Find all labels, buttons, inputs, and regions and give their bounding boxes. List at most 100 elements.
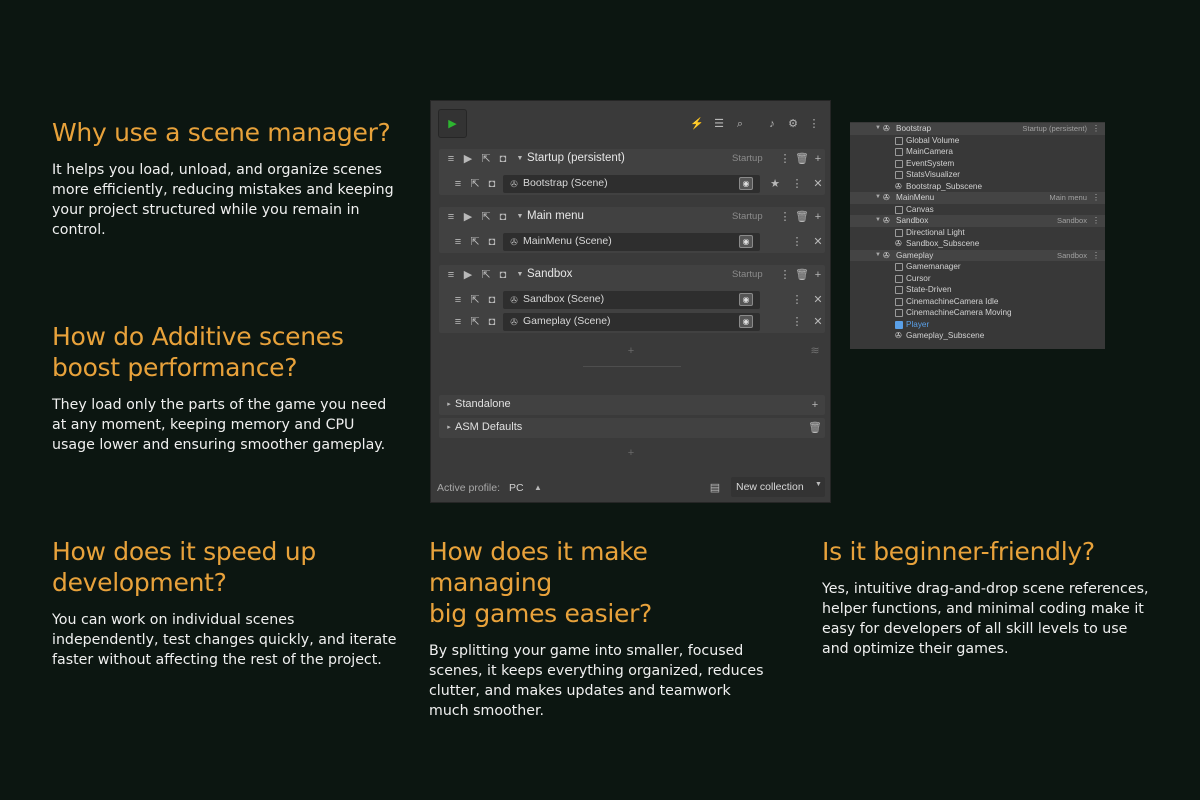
hierarchy-object-row[interactable]: Player [850, 319, 1105, 331]
scene-field[interactable]: ✇ Bootstrap (Scene) ◉ [503, 175, 760, 193]
scene-field[interactable]: ✇ Gameplay (Scene) ◉ [503, 313, 760, 331]
drag-handle-icon[interactable]: ≡ [451, 315, 465, 329]
collection-tag[interactable]: Startup [732, 153, 763, 164]
standalone-row[interactable]: ▸ Standalone + [439, 395, 825, 415]
play-collection-icon[interactable]: ▶ [461, 268, 475, 282]
scene-row[interactable]: ≡ ⇱ ◘ ✇ Bootstrap (Scene) ◉ ★ ⋮ ✕ [439, 173, 825, 195]
more-icon[interactable]: ⋮ [1092, 123, 1100, 135]
add-icon[interactable]: + [811, 210, 825, 224]
add-collection-icon[interactable]: + [624, 344, 638, 358]
hierarchy-object-row[interactable]: ✇ Bootstrap_Subscene [850, 181, 1105, 193]
preload-icon[interactable]: ◘ [485, 235, 499, 249]
hierarchy-scene-row[interactable]: ▼ ✇ Sandbox Sandbox ⋮ [850, 215, 1105, 227]
more-icon[interactable]: ⋮ [1092, 192, 1100, 204]
new-collection-button[interactable]: New collection ▼ [731, 477, 825, 497]
more-icon[interactable]: ⋮ [778, 268, 792, 282]
hierarchy-object-row[interactable]: Cursor [850, 273, 1105, 285]
play-button[interactable]: ▶ [438, 109, 467, 138]
more-icon[interactable]: ⋮ [1092, 250, 1100, 262]
list-icon[interactable]: ☰ [712, 117, 726, 131]
hierarchy-object-row[interactable]: Directional Light [850, 227, 1105, 239]
toggle-icon[interactable]: ◉ [739, 293, 753, 306]
hierarchy-object-row[interactable]: Gamemanager [850, 261, 1105, 273]
toggle-icon[interactable]: ◉ [739, 235, 753, 248]
add-icon[interactable]: + [811, 268, 825, 282]
close-icon[interactable]: ✕ [811, 235, 825, 249]
more-icon[interactable]: ⋮ [790, 293, 804, 307]
more-icon[interactable]: ⋮ [778, 210, 792, 224]
hierarchy-object-row[interactable]: State-Driven [850, 284, 1105, 296]
collection-header[interactable]: ≡ ▶ ⇱ ◘ ▼ Startup (persistent) Startup ⋮… [439, 149, 825, 169]
preload-icon[interactable]: ◘ [496, 268, 510, 282]
scene-row[interactable]: ≡ ⇱ ◘ ✇ Sandbox (Scene) ◉ ⋮ ✕ [439, 289, 825, 311]
add-icon[interactable]: + [624, 446, 638, 460]
open-external-icon[interactable]: ⇱ [468, 177, 482, 191]
scene-field[interactable]: ✇ Sandbox (Scene) ◉ [503, 291, 760, 309]
drag-handle-icon[interactable]: ≡ [444, 210, 458, 224]
trash-icon[interactable]: 🗑 [808, 421, 822, 435]
more-icon[interactable]: ⋮ [778, 152, 792, 166]
close-icon[interactable]: ✕ [811, 315, 825, 329]
scene-row[interactable]: ≡ ⇱ ◘ ✇ Gameplay (Scene) ◉ ⋮ ✕ [439, 311, 825, 333]
hierarchy-scene-row[interactable]: ▼ ✇ Bootstrap Startup (persistent) ⋮ [850, 123, 1105, 135]
hierarchy-object-row[interactable]: ✇ Sandbox_Subscene [850, 238, 1105, 250]
open-external-icon[interactable]: ⇱ [479, 152, 493, 166]
chevron-down-icon[interactable]: ▼ [513, 210, 527, 224]
toggle-icon[interactable]: ◉ [739, 315, 753, 328]
hierarchy-object-row[interactable]: EventSystem [850, 158, 1105, 170]
asm-defaults-row[interactable]: ▸ ASM Defaults 🗑 [439, 418, 825, 438]
hierarchy-object-row[interactable]: CinemachineCamera Moving [850, 307, 1105, 319]
lightning-icon[interactable]: ⚡ [690, 117, 704, 131]
open-external-icon[interactable]: ⇱ [479, 268, 493, 282]
trash-icon[interactable]: 🗑 [795, 152, 809, 166]
play-collection-icon[interactable]: ▶ [461, 152, 475, 166]
hierarchy-scene-row[interactable]: ▼ ✇ Gameplay Sandbox ⋮ [850, 249, 1105, 262]
star-icon[interactable]: ★ [768, 177, 782, 191]
drag-handle-icon[interactable]: ≡ [451, 177, 465, 191]
search-icon[interactable]: ⌕ [733, 117, 747, 131]
chevron-right-icon[interactable]: ▸ [442, 398, 456, 412]
drag-handle-icon[interactable]: ≡ [444, 268, 458, 282]
open-external-icon[interactable]: ⇱ [479, 210, 493, 224]
trash-icon[interactable]: 🗑 [795, 210, 809, 224]
bell-icon[interactable]: ♪ [765, 117, 779, 131]
play-collection-icon[interactable]: ▶ [461, 210, 475, 224]
more-icon[interactable]: ⋮ [790, 315, 804, 329]
chevron-down-icon[interactable]: ▼ [513, 152, 527, 166]
more-icon[interactable]: ⋮ [790, 177, 804, 191]
drag-handle-icon[interactable]: ≡ [444, 152, 458, 166]
toggle-icon[interactable]: ◉ [739, 177, 753, 190]
open-external-icon[interactable]: ⇱ [468, 235, 482, 249]
drag-handle-icon[interactable]: ≡ [451, 235, 465, 249]
preload-icon[interactable]: ◘ [485, 293, 499, 307]
hierarchy-object-row[interactable]: Canvas [850, 204, 1105, 216]
close-icon[interactable]: ✕ [811, 293, 825, 307]
active-profile-value[interactable]: PC [509, 482, 524, 494]
open-external-icon[interactable]: ⇱ [468, 293, 482, 307]
open-external-icon[interactable]: ⇱ [468, 315, 482, 329]
collection-header[interactable]: ≡ ▶ ⇱ ◘ ▼ Sandbox Startup ⋮ 🗑 + [439, 265, 825, 285]
preload-icon[interactable]: ◘ [485, 177, 499, 191]
collection-header[interactable]: ≡ ▶ ⇱ ◘ ▼ Main menu Startup ⋮ 🗑 + [439, 207, 825, 227]
chevron-down-icon[interactable]: ▼ [875, 192, 881, 204]
layers-icon[interactable]: ≋ [808, 344, 822, 358]
chevron-right-icon[interactable]: ▸ [442, 421, 456, 435]
hierarchy-object-row[interactable]: MainCamera [850, 146, 1105, 158]
collection-tag[interactable]: Startup [732, 211, 763, 222]
more-icon[interactable]: ⋮ [790, 235, 804, 249]
chevron-down-icon[interactable]: ▼ [875, 123, 881, 135]
chevron-up-icon[interactable]: ▲ [531, 481, 545, 495]
more-icon[interactable]: ⋮ [1092, 215, 1100, 227]
preload-icon[interactable]: ◘ [485, 315, 499, 329]
gear-icon[interactable]: ⚙ [786, 117, 800, 131]
import-icon[interactable]: ▤ [708, 481, 722, 495]
hierarchy-object-row[interactable]: StatsVisualizer [850, 169, 1105, 181]
add-icon[interactable]: + [808, 398, 822, 412]
scene-field[interactable]: ✇ MainMenu (Scene) ◉ [503, 233, 760, 251]
dropdown-arrow-icon[interactable]: ▼ [815, 481, 822, 488]
preload-icon[interactable]: ◘ [496, 152, 510, 166]
chevron-down-icon[interactable]: ▼ [875, 215, 881, 227]
trash-icon[interactable]: 🗑 [795, 268, 809, 282]
drag-handle-icon[interactable]: ≡ [451, 293, 465, 307]
scene-row[interactable]: ≡ ⇱ ◘ ✇ MainMenu (Scene) ◉ ⋮ ✕ [439, 231, 825, 253]
